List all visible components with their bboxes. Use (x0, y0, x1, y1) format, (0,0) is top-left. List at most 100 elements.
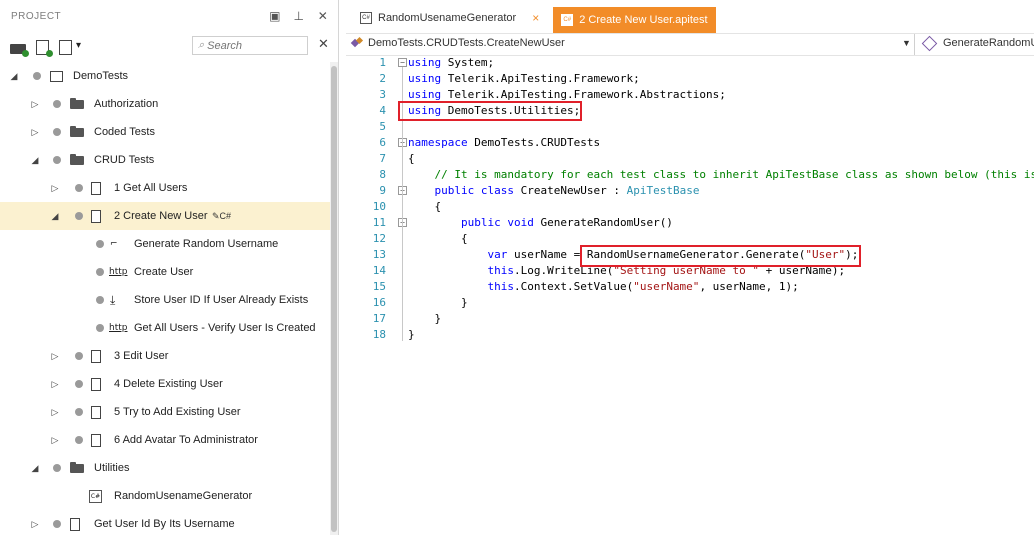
close-tab-icon[interactable]: × (532, 11, 539, 25)
tree-item-test-selected[interactable]: ◢ 2 Create New User ✎C# (0, 202, 330, 230)
collapsed-arrow-icon[interactable]: ▷ (50, 379, 60, 390)
code-line[interactable]: 18} (346, 327, 1034, 343)
navigation-bar: DemoTests.CRUDTests.CreateNewUser ▼ Gene… (346, 34, 1034, 56)
class-navigator-value: DemoTests.CRUDTests.CreateNewUser (368, 37, 565, 49)
line-number: 12 (372, 232, 386, 245)
pin-icon[interactable]: ⊥ (292, 9, 306, 23)
class-navigator[interactable]: DemoTests.CRUDTests.CreateNewUser (352, 37, 565, 49)
tab-create-new-user[interactable]: C# 2 Create New User.apitest (553, 7, 716, 33)
tree-item-test[interactable]: ▷ 1 Get All Users (0, 174, 330, 202)
tree-item-test[interactable]: ▷ 5 Try to Add Existing User (0, 398, 330, 426)
line-number: 15 (372, 280, 386, 293)
status-dot-icon (53, 128, 61, 136)
tree-item-coded-tests[interactable]: ▷ Coded Tests (0, 118, 330, 146)
collapsed-arrow-icon[interactable]: ▷ (50, 183, 60, 194)
search-box[interactable]: ⌕ (192, 36, 308, 55)
tree-item-step[interactable]: http Get All Users - Verify User Is Crea… (0, 314, 330, 342)
close-icon[interactable]: ✕ (316, 9, 330, 23)
code-line[interactable]: 11− public void GenerateRandomUser() (346, 215, 1034, 231)
navigator-divider (914, 34, 915, 55)
code-line[interactable]: 10 { (346, 199, 1034, 215)
chevron-down-icon[interactable]: ▼ (902, 38, 911, 48)
status-dot-icon (96, 240, 104, 248)
code-line[interactable]: 2 using Telerik.ApiTesting.Framework; (346, 71, 1034, 87)
tree-scrollbar[interactable] (330, 62, 338, 535)
project-icon (50, 70, 63, 82)
line-number: 6 (379, 136, 386, 149)
scrollbar-thumb[interactable] (331, 66, 337, 532)
expanded-arrow-icon[interactable]: ◢ (9, 71, 19, 82)
tree-item-label: 6 Add Avatar To Administrator (114, 434, 258, 446)
csharp-file-icon: C# (89, 489, 102, 503)
tree-item-label: Utilities (94, 462, 130, 474)
tree-item-label: RandomUsenameGenerator (114, 490, 253, 502)
code-line[interactable]: 7{ (346, 151, 1034, 167)
class-icon (352, 38, 364, 48)
collapsed-arrow-icon[interactable]: ▷ (50, 435, 60, 446)
code-area[interactable]: 1 − using System; 2 using Telerik.ApiTesting… (346, 55, 1034, 355)
code-line[interactable]: 5 (346, 119, 1034, 135)
search-input[interactable] (204, 39, 308, 52)
member-navigator[interactable]: GenerateRandomU (921, 35, 1034, 51)
line-number: 14 (372, 264, 386, 277)
status-dot-icon (96, 296, 104, 304)
code-line[interactable]: 16 } (346, 295, 1034, 311)
expanded-arrow-icon[interactable]: ◢ (50, 211, 60, 222)
collapsed-arrow-icon[interactable]: ▷ (30, 99, 40, 110)
line-number: 3 (379, 88, 386, 101)
expanded-arrow-icon[interactable]: ◢ (30, 463, 40, 474)
tree-item-demotests[interactable]: ◢ DemoTests (0, 62, 330, 90)
tab-random-usename-generator[interactable]: C# RandomUsenameGenerator × (352, 7, 547, 29)
tree-item-label: 5 Try to Add Existing User (114, 406, 241, 418)
code-text: using System; (408, 56, 495, 69)
folder-icon (70, 97, 84, 109)
code-text: { (408, 200, 442, 213)
tree-item-label: CRUD Tests (94, 154, 155, 166)
code-line[interactable]: 6−namespace DemoTests.CRUDTests (346, 135, 1034, 151)
code-text: } (408, 328, 415, 341)
code-line[interactable]: 17 } (346, 311, 1034, 327)
tree-item-label: 3 Edit User (114, 350, 169, 362)
code-line[interactable]: 1 − using System; (346, 55, 1034, 71)
tree-item-utilities[interactable]: ◢ Utilities (0, 454, 330, 482)
collapsed-arrow-icon[interactable]: ▷ (30, 127, 40, 138)
pin-window-icon[interactable]: ▣ (268, 9, 282, 23)
code-text: // It is mandatory for each test class t… (434, 168, 1034, 181)
code-line[interactable]: 8 // It is mandatory for each test class… (346, 167, 1034, 183)
expanded-arrow-icon[interactable]: ◢ (30, 155, 40, 166)
code-line[interactable]: 15 this.Context.SetValue("userName", use… (346, 279, 1034, 295)
tree-item-label: Coded Tests (94, 126, 155, 138)
clear-search-icon[interactable]: ✕ (318, 36, 329, 52)
status-dot-icon (75, 436, 83, 444)
code-line[interactable]: 9− public class CreateNewUser : ApiTestB… (346, 183, 1034, 199)
tree-item-authorization[interactable]: ▷ Authorization (0, 90, 330, 118)
add-folder-icon[interactable] (10, 43, 29, 57)
line-number: 9 (379, 184, 386, 197)
code-text: } (408, 296, 468, 309)
code-text: { (408, 152, 415, 165)
line-number: 18 (372, 328, 386, 341)
status-dot-icon (96, 324, 104, 332)
test-file-icon (91, 433, 101, 447)
fold-toggle-icon[interactable]: − (398, 58, 407, 67)
tree-item-step[interactable]: ⌐ Generate Random Username (0, 230, 330, 258)
collapsed-arrow-icon[interactable]: ▷ (50, 407, 60, 418)
tree-item-test[interactable]: ▷ 3 Edit User (0, 342, 330, 370)
test-file-icon (91, 405, 101, 419)
collapsed-arrow-icon[interactable]: ▷ (50, 351, 60, 362)
highlight-box-generate-call (580, 245, 861, 267)
status-dot-icon (53, 156, 61, 164)
tree-item-test[interactable]: ▷ 4 Delete Existing User (0, 370, 330, 398)
add-test-icon[interactable] (36, 39, 53, 57)
tree-item-step[interactable]: ⤓ Store User ID If User Already Exists (0, 286, 330, 314)
tree-item-crud-tests[interactable]: ◢ CRUD Tests (0, 146, 330, 174)
collapsed-arrow-icon[interactable]: ▷ (30, 519, 40, 530)
tree-item-test[interactable]: ▷ Get User Id By Its Username (0, 510, 330, 538)
tree-item-test[interactable]: ▷ 6 Add Avatar To Administrator (0, 426, 330, 454)
add-step-icon[interactable] (59, 39, 81, 55)
tree-item-label: 1 Get All Users (114, 182, 188, 194)
code-text: using Telerik.ApiTesting.Framework; (408, 72, 640, 85)
tree-item-step[interactable]: http Create User (0, 258, 330, 286)
test-file-icon (91, 209, 101, 223)
tree-item-cs-file[interactable]: C# RandomUsenameGenerator (0, 482, 330, 510)
